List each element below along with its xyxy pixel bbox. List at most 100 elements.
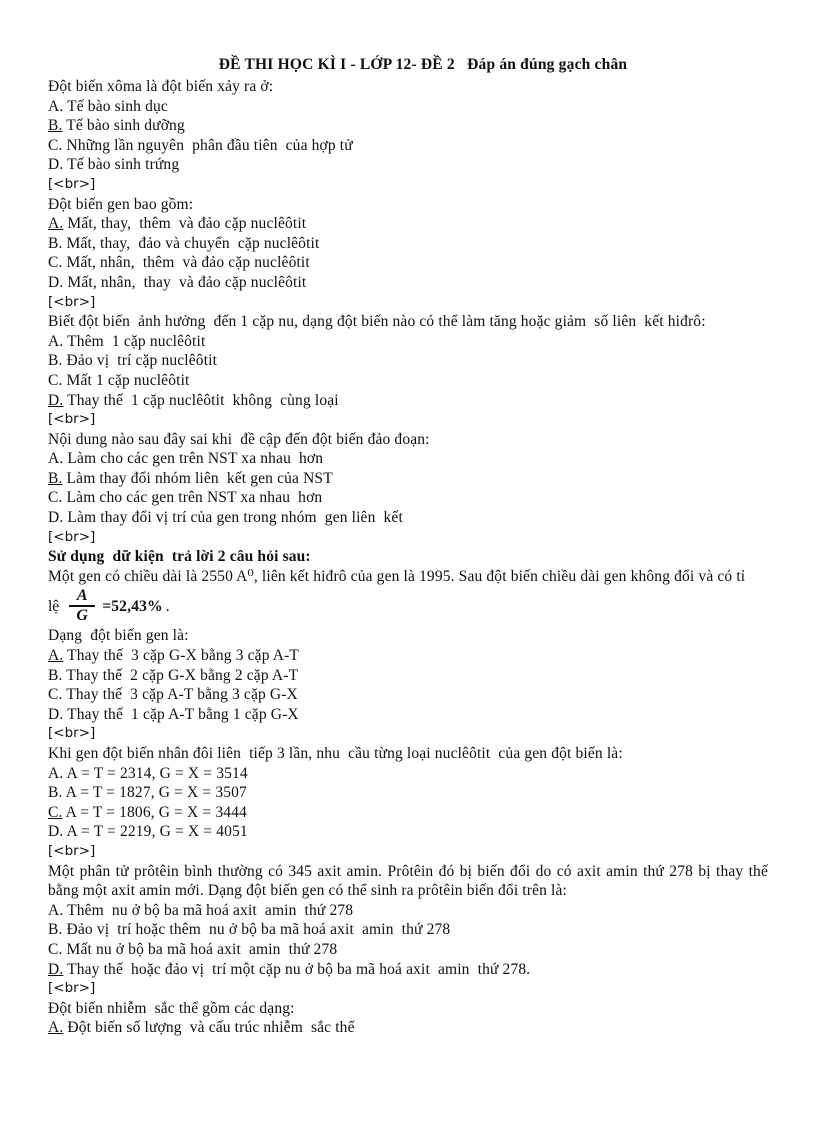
option-row[interactable]: D. A = T = 2219, G = X = 4051	[48, 822, 770, 842]
option-row[interactable]: D. Làm thay đổi vị trí của gen trong nhó…	[48, 508, 770, 528]
option-text: Thay thế 2 cặp G-X bằng 2 cặp A-T	[62, 666, 299, 684]
option-key: D.	[48, 273, 64, 291]
formula-equals-value: =52,43%	[102, 597, 163, 615]
option-text: Thay thế 1 cặp A-T bằng 1 cặp G-X	[63, 705, 299, 723]
option-row[interactable]: C. Những lần nguyên phân đầu tiên của hợ…	[48, 136, 770, 156]
shared-data-heading: Sử dụng dữ kiện trả lời 2 câu hỏi sau:	[48, 548, 311, 566]
page-title: ĐỀ THI HỌC KÌ I - LỚP 12- ĐỀ 2 Đáp án đú…	[218, 56, 628, 73]
option-row[interactable]: A. Tế bào sinh dục	[48, 97, 770, 117]
option-row[interactable]: C. Thay thế 3 cặp A-T bằng 3 cặp G-X	[48, 685, 770, 705]
question-stem: Đột biến gen bao gồm:	[48, 195, 194, 213]
break-token: [<br>]	[48, 725, 96, 742]
option-text: A = T = 2219, G = X = 4051	[63, 823, 248, 841]
option-key: B.	[48, 784, 63, 802]
option-row[interactable]: A. Làm cho các gen trên NST xa nhau hơn	[48, 449, 770, 469]
question-block: Khi gen đột biến nhân đôi liên tiếp 3 lầ…	[48, 744, 770, 842]
option-key: A.	[48, 97, 64, 115]
question-block: Đột biến gen bao gồm: A. Mất, thay, thêm…	[48, 195, 770, 293]
shared-data-paragraph: Một gen có chiều dài là 2550 A⁰, liên kế…	[48, 567, 746, 585]
option-text: Mất, nhân, thay và đảo cặp nuclêôtit	[63, 273, 307, 291]
formula-period: .	[165, 597, 170, 615]
option-text: Đảo vị trí cặp nuclêôtit	[62, 352, 218, 370]
option-text: A = T = 1806, G = X = 3444	[62, 803, 247, 821]
formula-line: lệ A G =52,43% .	[48, 586, 770, 626]
option-text: A = T = 2314, G = X = 3514	[63, 764, 248, 782]
option-row[interactable]: B. Đảo vị trí hoặc thêm nu ở bộ ba mã ho…	[48, 920, 770, 940]
question-block: Đột biến nhiễm sắc thể gồm các dạng: A. …	[48, 999, 770, 1038]
option-text: Làm thay đổi vị trí của gen trong nhóm g…	[63, 509, 403, 527]
option-key: C.	[48, 803, 63, 821]
question-stem: Đột biến nhiễm sắc thể gồm các dạng:	[48, 999, 295, 1017]
option-row[interactable]: A. Đột biến số lượng và cấu trúc nhiễm s…	[48, 1018, 770, 1038]
option-row[interactable]: A. Thêm nu ở bộ ba mã hoá axit amin thứ …	[48, 901, 770, 921]
option-text: Tế bào sinh dục	[63, 97, 168, 115]
option-key: B.	[48, 117, 63, 135]
question-stem: Khi gen đột biến nhân đôi liên tiếp 3 lầ…	[48, 745, 623, 762]
question-stem: Dạng đột biến gen là:	[48, 627, 189, 645]
option-text: Tế bào sinh dưỡng	[62, 117, 185, 135]
option-row[interactable]: D. Thay thế 1 cặp nuclêôtit không cùng l…	[48, 391, 770, 411]
question-block: Dạng đột biến gen là: A. Thay thế 3 cặp …	[48, 626, 770, 724]
option-key: D.	[48, 823, 64, 841]
break-token: [<br>]	[48, 293, 96, 310]
option-text: Mất, thay, thêm và đảo cặp nuclêôtit	[63, 215, 307, 233]
option-row[interactable]: D. Mất, nhân, thay và đảo cặp nuclêôtit	[48, 273, 770, 293]
option-key: B.	[48, 921, 63, 939]
option-row[interactable]: B. Tế bào sinh dưỡng	[48, 116, 770, 136]
question-stem: Một phân tử prôtêin bình thường có 345 a…	[48, 862, 768, 900]
option-key: A.	[48, 901, 64, 919]
option-row[interactable]: C. Mất 1 cặp nuclêôtit	[48, 371, 770, 391]
question-block: Đột biến xôma là đột biến xảy ra ở: A. T…	[48, 77, 770, 175]
option-text: Thay thế hoặc đảo vị trí một cặp nu ở bộ…	[63, 960, 531, 978]
option-row[interactable]: D. Thay thế 1 cặp A-T bằng 1 cặp G-X	[48, 705, 770, 725]
option-text: Đảo vị trí hoặc thêm nu ở bộ ba mã hoá a…	[62, 921, 451, 939]
option-row[interactable]: B. Đảo vị trí cặp nuclêôtit	[48, 351, 770, 371]
option-row[interactable]: C. Làm cho các gen trên NST xa nhau hơn	[48, 488, 770, 508]
option-text: Mất, nhân, thêm và đảo cặp nuclêôtit	[62, 254, 310, 272]
option-row[interactable]: A. Mất, thay, thêm và đảo cặp nuclêôtit	[48, 214, 770, 234]
fraction-numerator: A	[76, 587, 88, 605]
question-stem: Biết đột biến ảnh hưởng đến 1 cặp nu, dạ…	[48, 313, 706, 331]
option-text: Mất 1 cặp nuclêôtit	[62, 371, 190, 389]
option-row[interactable]: B. A = T = 1827, G = X = 3507	[48, 783, 770, 803]
question-stem: Đột biến xôma là đột biến xảy ra ở:	[48, 78, 274, 95]
option-text: Thay thế 1 cặp nuclêôtit không cùng loại	[63, 391, 339, 409]
option-key: C.	[48, 940, 63, 958]
option-key: A.	[48, 647, 64, 665]
option-key: A.	[48, 1019, 64, 1037]
option-text: Thay thế 3 cặp G-X bằng 3 cặp A-T	[63, 647, 300, 665]
option-row[interactable]: A. Thêm 1 cặp nuclêôtit	[48, 332, 770, 352]
option-row[interactable]: B. Thay thế 2 cặp G-X bằng 2 cặp A-T	[48, 666, 770, 686]
option-text: Thay thế 3 cặp A-T bằng 3 cặp G-X	[62, 686, 298, 704]
option-row[interactable]: C. A = T = 1806, G = X = 3444	[48, 803, 770, 823]
option-row[interactable]: C. Mất, nhân, thêm và đảo cặp nuclêôtit	[48, 253, 770, 273]
option-row[interactable]: A. Thay thế 3 cặp G-X bằng 3 cặp A-T	[48, 646, 770, 666]
break-token: [<br>]	[48, 175, 96, 192]
option-key: C.	[48, 136, 63, 154]
option-key: C.	[48, 254, 63, 272]
option-key: D.	[48, 960, 64, 978]
option-text: Đột biến số lượng và cấu trúc nhiễm sắc …	[63, 1019, 355, 1037]
option-key: D.	[48, 509, 64, 527]
option-text: Thêm 1 cặp nuclêôtit	[63, 332, 206, 350]
option-text: A = T = 1827, G = X = 3507	[62, 784, 247, 802]
option-key: C.	[48, 489, 63, 507]
option-text: Những lần nguyên phân đầu tiên của hợp t…	[62, 136, 353, 154]
option-row[interactable]: A. A = T = 2314, G = X = 3514	[48, 764, 770, 784]
option-row[interactable]: C. Mất nu ở bộ ba mã hoá axit amin thứ 2…	[48, 940, 770, 960]
option-text: Mất, thay, đảo và chuyển cặp nuclêôtit	[62, 234, 320, 252]
option-row[interactable]: D. Tế bào sinh trứng	[48, 155, 770, 175]
fraction-denominator: G	[76, 607, 88, 625]
option-text: Thêm nu ở bộ ba mã hoá axit amin thứ 278	[63, 901, 354, 919]
question-block: Biết đột biến ảnh hưởng đến 1 cặp nu, dạ…	[48, 312, 770, 410]
break-token: [<br>]	[48, 528, 96, 545]
option-text: Mất nu ở bộ ba mã hoá axit amin thứ 278	[62, 940, 338, 958]
break-token: [<br>]	[48, 980, 96, 997]
option-key: A.	[48, 450, 64, 468]
option-key: A.	[48, 332, 64, 350]
option-row[interactable]: B. Mất, thay, đảo và chuyển cặp nuclêôti…	[48, 234, 770, 254]
option-key: D.	[48, 705, 64, 723]
option-text: Tế bào sinh trứng	[63, 156, 180, 174]
option-row[interactable]: B. Làm thay đổi nhóm liên kết gen của NS…	[48, 469, 770, 489]
option-row[interactable]: D. Thay thế hoặc đảo vị trí một cặp nu ở…	[48, 960, 770, 980]
